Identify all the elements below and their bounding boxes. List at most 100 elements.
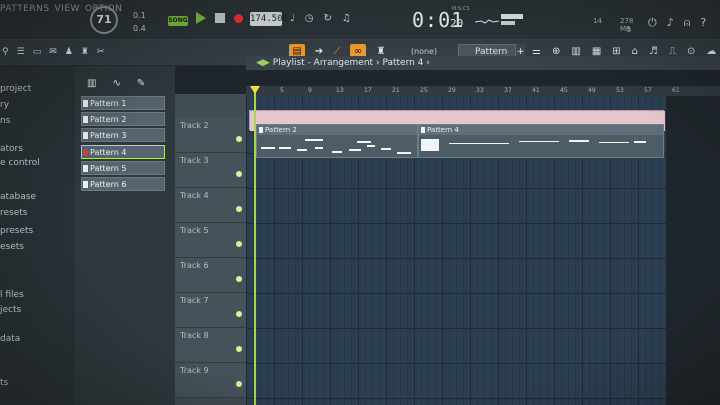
playhead-marker[interactable] bbox=[250, 86, 260, 94]
master-pitch[interactable]: 0.4 bbox=[133, 22, 146, 35]
track-row-line bbox=[246, 188, 666, 189]
note bbox=[397, 152, 411, 154]
ruler-number: 17 bbox=[364, 87, 372, 94]
browser-item[interactable]: ts bbox=[0, 378, 8, 388]
person-icon[interactable]: ♟ bbox=[65, 47, 73, 57]
ruler-number: 49 bbox=[588, 87, 596, 94]
cpu-value: 14 bbox=[593, 17, 602, 25]
piano-icon[interactable]: ▥ bbox=[87, 78, 96, 89]
pattern-item-selected[interactable]: Pattern 4 bbox=[81, 145, 165, 159]
clip-title: Pattern 4 bbox=[419, 125, 663, 135]
note bbox=[381, 148, 391, 150]
track-header[interactable]: Track 9 bbox=[175, 363, 246, 398]
browser-item[interactable]: ns bbox=[0, 116, 10, 126]
play-icon[interactable] bbox=[196, 12, 206, 24]
browser-item[interactable]: e control bbox=[0, 158, 40, 168]
track-header[interactable]: Track 6 bbox=[175, 258, 246, 293]
pattern-label: Pattern 4 bbox=[90, 148, 127, 157]
track-row-line bbox=[246, 223, 666, 224]
clip-icon[interactable]: ▭ bbox=[33, 47, 42, 57]
pattern-item[interactable]: Pattern 6 bbox=[81, 177, 165, 191]
pattern-clip[interactable]: Pattern 2 bbox=[256, 124, 418, 158]
browser-item[interactable]: data bbox=[0, 334, 20, 344]
pattern-icon bbox=[83, 132, 88, 139]
timeline-ruler[interactable]: 5 9 13 17 21 25 29 33 37 41 45 49 53 57 61 bbox=[246, 86, 720, 96]
pattern-icon bbox=[259, 127, 263, 133]
pen-icon[interactable]: ✎ bbox=[137, 78, 145, 89]
browser-item[interactable]: esets bbox=[0, 242, 24, 252]
pattern-item[interactable]: Pattern 3 bbox=[81, 128, 165, 142]
ruler-number: 21 bbox=[392, 87, 400, 94]
note bbox=[261, 147, 275, 149]
metronome-icon[interactable]: ♩ bbox=[290, 13, 295, 24]
browser-item[interactable]: ry bbox=[0, 100, 9, 110]
track-headers: Track 2 Track 3 Track 4 Track 5 Track 6 Track… bbox=[175, 94, 246, 405]
shirt-icon[interactable]: ♜ bbox=[81, 47, 89, 57]
browser-item[interactable]: project bbox=[0, 84, 31, 94]
track-mute-toggle[interactable] bbox=[236, 276, 242, 282]
wait-input-icon[interactable]: ◷ bbox=[305, 13, 314, 24]
track-mute-toggle[interactable] bbox=[236, 136, 242, 142]
playlist-title: ◀▶ Playlist - Arrangement › Pattern 4 › bbox=[256, 58, 430, 68]
track-mute-toggle[interactable] bbox=[236, 381, 242, 387]
track-header[interactable]: Track 3 bbox=[175, 153, 246, 188]
playlist-crumb[interactable]: Pattern 4 bbox=[382, 58, 423, 68]
track-header[interactable]: Track 5 bbox=[175, 223, 246, 258]
online-news-icon[interactable]: ⏻ bbox=[648, 16, 657, 30]
playlist-titlebar[interactable]: ◀▶ Playlist - Arrangement › Pattern 4 › bbox=[246, 56, 720, 70]
list-icon[interactable]: ☰ bbox=[17, 47, 25, 57]
record-icon[interactable] bbox=[234, 13, 243, 23]
playhead-line[interactable] bbox=[254, 86, 256, 405]
note bbox=[279, 147, 291, 149]
track-mute-toggle[interactable] bbox=[236, 206, 242, 212]
browser-item[interactable]: l files bbox=[0, 290, 24, 300]
mic-icon[interactable]: ⍝ bbox=[684, 16, 691, 30]
audio-icon[interactable]: ♪ bbox=[667, 16, 674, 30]
pattern-label: Pattern 6 bbox=[90, 180, 127, 189]
note bbox=[305, 139, 323, 141]
track-mute-toggle[interactable] bbox=[236, 346, 242, 352]
browser-item[interactable]: presets bbox=[0, 226, 33, 236]
ruler-number: 33 bbox=[476, 87, 484, 94]
track-header[interactable]: Track 7 bbox=[175, 293, 246, 328]
track-mute-toggle[interactable] bbox=[236, 241, 242, 247]
envelope-icon[interactable]: ✉ bbox=[49, 47, 57, 57]
ruler-number: 5 bbox=[280, 87, 284, 94]
track-header[interactable]: Track 8 bbox=[175, 328, 246, 363]
grid-line bbox=[246, 96, 247, 405]
pattern-clip[interactable]: Pattern 4 bbox=[418, 124, 664, 158]
blend-notes-icon[interactable]: ♫ bbox=[342, 13, 351, 24]
lock-icon[interactable]: ⚲ bbox=[2, 47, 9, 57]
track-name: Track 4 bbox=[180, 191, 209, 200]
browser-item[interactable]: atabase bbox=[0, 192, 36, 202]
pattern-icon bbox=[421, 127, 425, 133]
master-volume[interactable]: 0.1 bbox=[133, 9, 146, 22]
wave-icon[interactable]: ∿ bbox=[112, 78, 120, 89]
pattern-item[interactable]: Pattern 5 bbox=[81, 161, 165, 175]
clock-format-label: M:S:CS bbox=[452, 6, 470, 12]
song-mode-toggle[interactable]: SONG bbox=[168, 16, 188, 26]
ruler-number: 9 bbox=[308, 87, 312, 94]
menu-patterns[interactable]: PATTERNS bbox=[0, 4, 50, 14]
browser-item[interactable]: resets bbox=[0, 208, 27, 218]
pattern-label: Pattern 5 bbox=[90, 164, 127, 173]
fl-logo[interactable]: 71 bbox=[90, 6, 118, 34]
tempo-display[interactable]: 174.500 bbox=[250, 12, 288, 26]
pattern-icon bbox=[83, 116, 88, 123]
track-name: Track 8 bbox=[180, 331, 209, 340]
scissors-icon[interactable]: ✂ bbox=[97, 47, 105, 57]
note bbox=[569, 140, 589, 142]
pattern-item[interactable]: Pattern 1 bbox=[81, 96, 165, 110]
browser-item[interactable]: ators bbox=[0, 144, 23, 154]
track-header[interactable]: Track 4 bbox=[175, 188, 246, 223]
countdown-icon[interactable]: ↻ bbox=[323, 13, 331, 24]
menu-view[interactable]: VIEW bbox=[55, 4, 80, 14]
track-mute-toggle[interactable] bbox=[236, 311, 242, 317]
track-mute-toggle[interactable] bbox=[236, 171, 242, 177]
track-header[interactable]: Track 2 bbox=[175, 118, 246, 153]
browser-item[interactable]: jects bbox=[0, 305, 21, 315]
pattern-item[interactable]: Pattern 2 bbox=[81, 112, 165, 126]
help-icon[interactable]: ? bbox=[700, 16, 706, 30]
stop-icon[interactable] bbox=[215, 13, 225, 23]
pattern-icon bbox=[83, 181, 88, 188]
